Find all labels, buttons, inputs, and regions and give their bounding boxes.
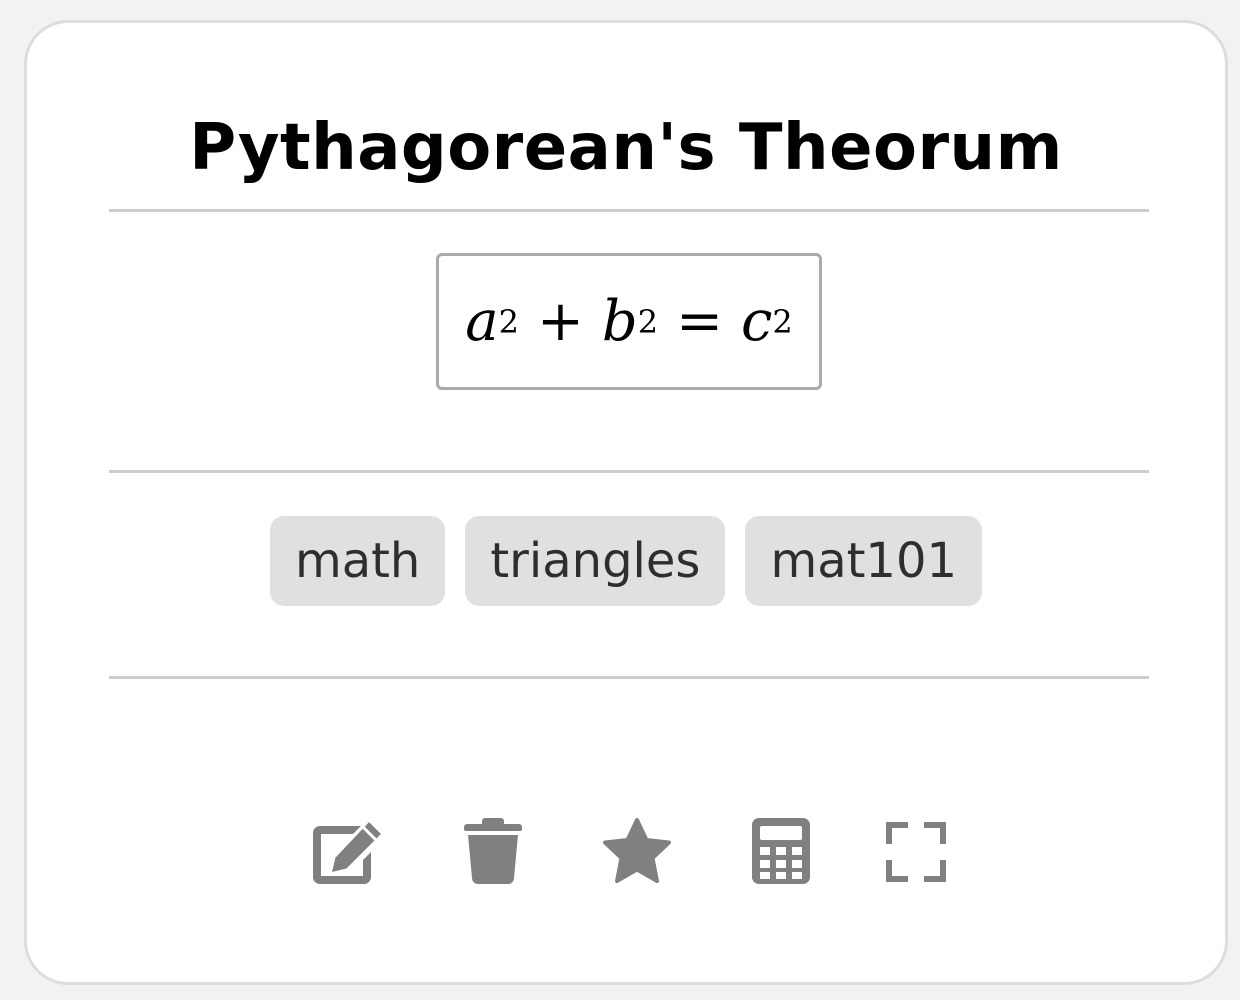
- expand-icon: [886, 822, 946, 882]
- card-title: Pythagorean's Theorum: [189, 111, 1063, 185]
- divider: [109, 470, 1149, 473]
- formula-variable: c: [741, 289, 773, 354]
- star-icon: [603, 818, 671, 883]
- formula-operator: +: [536, 289, 584, 354]
- divider: [109, 676, 1149, 679]
- tag-mat101[interactable]: mat101: [745, 516, 983, 606]
- divider: [109, 209, 1149, 212]
- calculator-button[interactable]: [752, 818, 810, 884]
- tag-math[interactable]: math: [269, 516, 446, 606]
- formula-variable: a: [465, 289, 499, 354]
- delete-button[interactable]: [464, 818, 522, 884]
- favorite-button[interactable]: [602, 818, 672, 884]
- trash-icon: [464, 818, 522, 884]
- fullscreen-button[interactable]: [886, 822, 946, 882]
- formula-box: a2 + b2 = c2: [436, 253, 822, 390]
- flashcard: Pythagorean's Theorum a2 + b2 = c2 math …: [24, 20, 1228, 985]
- tag-triangles[interactable]: triangles: [465, 516, 726, 606]
- edit-icon: [313, 818, 385, 884]
- edit-button[interactable]: [311, 818, 387, 886]
- formula-operator: =: [676, 289, 724, 354]
- calculator-icon: [752, 818, 810, 884]
- formula-variable: b: [601, 289, 638, 354]
- tag-list: math triangles mat101: [27, 516, 1225, 606]
